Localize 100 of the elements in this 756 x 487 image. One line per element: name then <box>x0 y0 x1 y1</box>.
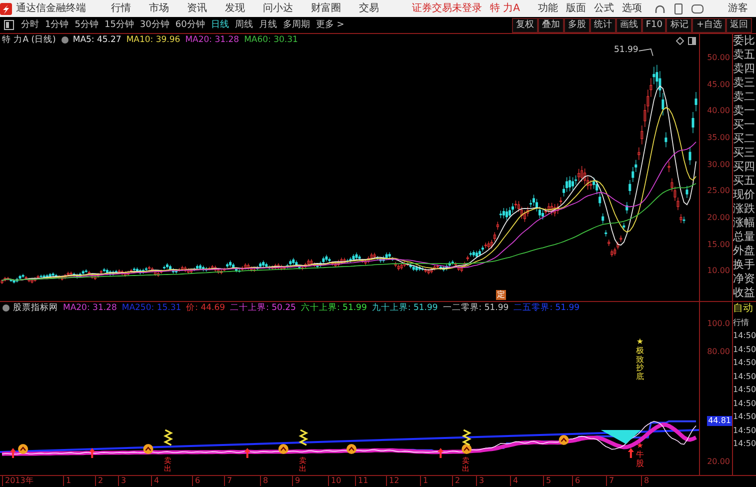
period-tab[interactable]: 周线 <box>232 20 256 30</box>
quote-label: 涨幅 <box>733 216 756 230</box>
time-label: 4 <box>151 476 160 486</box>
signal-circle-icon <box>558 435 569 445</box>
toolbar-button[interactable]: +自选 <box>692 18 726 32</box>
time-label: 3 <box>476 476 484 486</box>
menu-item[interactable]: 问小达 <box>254 2 302 14</box>
side-label: 14:50 <box>733 370 756 382</box>
quote-label: 卖一 <box>733 104 756 118</box>
quote-label: 卖四 <box>733 62 756 76</box>
user-name[interactable]: 游客 <box>728 2 748 14</box>
period-tab[interactable]: 多周期 <box>280 20 313 30</box>
current-value-label: 44.81 <box>707 416 732 426</box>
quote-label: 买五 <box>733 174 756 188</box>
quote-label: 买三 <box>733 146 756 160</box>
side-label: 自动 <box>733 302 754 316</box>
ma-value: MA5: 45.27 <box>72 35 122 45</box>
axis-label: 20.00 <box>707 457 730 467</box>
menu-item[interactable]: 公式 <box>590 2 618 14</box>
indicator-value: MA20: 31.28 <box>63 303 117 313</box>
axis-label: 45.00 <box>707 80 730 90</box>
toolbar-button[interactable]: 画线 <box>616 18 642 32</box>
indicator-value: 价: 44.69 <box>186 303 226 313</box>
toolbar-button[interactable]: F10 <box>642 18 666 32</box>
time-label: 6 <box>572 476 580 486</box>
period-tab[interactable]: 日线 <box>208 20 232 30</box>
axis-label: 25.00 <box>707 186 730 196</box>
stock-name: 特 力A <box>490 2 520 14</box>
quote-label: 现价 <box>733 188 756 202</box>
indicator-value: 一二零界: 51.99 <box>442 303 509 313</box>
quote-label: 委比 <box>733 34 756 48</box>
signal-mark-icon <box>163 429 174 446</box>
toolbar-button[interactable]: 标记 <box>666 18 692 32</box>
menu-item[interactable]: 市场 <box>140 2 178 14</box>
peak-price-label: 51.99 <box>614 45 638 56</box>
toolbar-button[interactable]: 多股 <box>564 18 590 32</box>
menu-item[interactable]: 发现 <box>216 2 254 14</box>
toolbar-button[interactable]: 叠加 <box>538 18 564 32</box>
app-name: 通达信金融终端 <box>16 2 86 14</box>
menu-item[interactable]: 版面 <box>562 2 590 14</box>
side-label: 14:50 <box>733 424 756 436</box>
date-marker[interactable]: 定 <box>496 290 506 300</box>
axis-label: 15.00 <box>707 240 730 250</box>
menu-item[interactable]: 功能 <box>534 2 562 14</box>
side-label: 14:50 <box>733 384 756 396</box>
period-tab[interactable]: 分时 <box>18 20 42 30</box>
time-label: 3 <box>118 476 126 486</box>
phone-icon[interactable] <box>674 2 683 14</box>
quote-label: 买一 <box>733 118 756 132</box>
time-label: 5 <box>543 476 552 486</box>
quote-label: 卖二 <box>733 90 756 104</box>
menu-item[interactable]: 财富圈 <box>302 2 350 14</box>
signal-mark-icon <box>462 429 472 446</box>
up-arrow-icon <box>10 448 16 458</box>
quote-label: 外盘 <box>733 244 756 258</box>
time-label: 1 <box>63 476 72 486</box>
indicator-value: MA250: 15.31 <box>122 303 182 313</box>
quote-label: 总量 <box>733 230 756 244</box>
indicator-value: 九十上界: 51.99 <box>372 303 438 313</box>
time-label: 2 <box>95 476 104 486</box>
window-icon[interactable] <box>688 37 696 45</box>
period-tab[interactable]: 15分钟 <box>101 20 137 30</box>
time-label: 12 <box>386 476 400 486</box>
login-status[interactable]: 证券交易未登录 <box>412 2 482 14</box>
signal-label: ★极致抄底 <box>636 338 644 382</box>
period-tab[interactable]: 5分钟 <box>72 20 102 30</box>
panel-toggle-icon[interactable] <box>4 20 14 30</box>
period-tab[interactable]: 1分钟 <box>42 20 72 30</box>
period-tab[interactable]: 30分钟 <box>136 20 172 30</box>
time-label: 10 <box>328 476 342 486</box>
axis-label: 50.00 <box>707 53 730 63</box>
quote-label: 涨跌 <box>733 202 756 216</box>
signal-label: ★牛股 <box>636 442 644 468</box>
side-label: 14:50 <box>733 411 756 423</box>
up-arrow-icon <box>89 448 96 458</box>
time-label: 8 <box>641 476 650 486</box>
toolbar-button[interactable]: 返回 <box>726 18 752 32</box>
time-label: 2013年 <box>2 476 34 486</box>
time-label: 8 <box>260 476 268 486</box>
axis-label: 100.0 <box>707 319 730 329</box>
indicator-value: 六十上界: 51.99 <box>300 303 367 313</box>
diamond-icon[interactable] <box>676 37 684 45</box>
app-logo-icon <box>0 2 12 14</box>
toolbar-button[interactable]: 统计 <box>590 18 616 32</box>
period-tab[interactable]: 60分钟 <box>172 20 208 30</box>
menu-item[interactable]: 行情 <box>102 2 140 14</box>
menu-item[interactable]: 交易 <box>350 2 388 14</box>
axis-label: 20.00 <box>707 212 730 222</box>
period-tab[interactable]: 更多 > <box>312 20 348 30</box>
time-label: 1 <box>420 476 428 486</box>
up-arrow-icon <box>438 448 444 458</box>
indicator-value: 二五零界: 51.99 <box>514 303 580 313</box>
toolbar-button[interactable]: 复权 <box>512 18 538 32</box>
quote-label: 换手 <box>733 258 756 272</box>
menu-item[interactable]: 资讯 <box>178 2 216 14</box>
side-label: 行情 <box>733 316 750 328</box>
menu-item[interactable]: 选项 <box>618 2 646 14</box>
time-label: 2 <box>452 476 460 486</box>
period-tab[interactable]: 月线 <box>256 20 280 30</box>
signal-circle-icon <box>143 444 154 454</box>
